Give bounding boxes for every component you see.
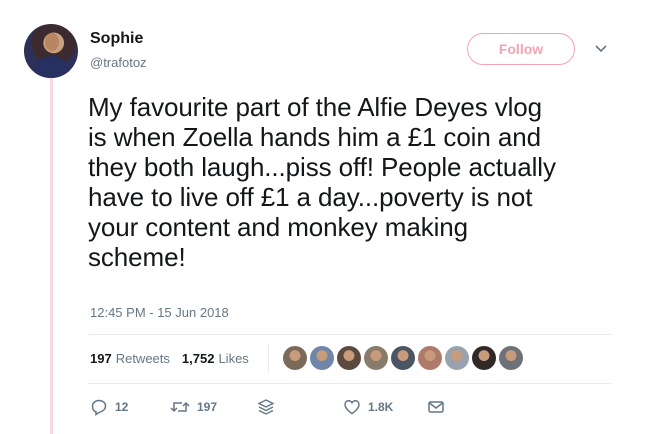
liker-avatars xyxy=(283,346,526,370)
likes-label: Likes xyxy=(218,351,249,366)
tweet-text: My favourite part of the Alfie Deyes vlo… xyxy=(88,92,556,272)
likes-stat[interactable]: 1,752 Likes xyxy=(182,351,249,366)
timestamp[interactable]: 12:45 PM - 15 Jun 2018 xyxy=(90,305,229,320)
divider xyxy=(268,343,269,373)
engagement-stats: 197 Retweets 1,752 Likes xyxy=(90,351,261,366)
reply-icon xyxy=(91,399,107,416)
reply-count: 12 xyxy=(115,400,129,414)
avatar[interactable] xyxy=(24,24,78,78)
liker-avatar[interactable] xyxy=(337,346,361,370)
liker-avatar[interactable] xyxy=(418,346,442,370)
divider xyxy=(88,334,612,335)
like-count: 1.8K xyxy=(368,400,394,414)
likes-count: 1,752 xyxy=(181,351,215,366)
action-bar: 12 197 1.8K xyxy=(90,398,445,416)
retweet-button[interactable]: 197 xyxy=(170,398,257,416)
message-button[interactable] xyxy=(427,398,445,416)
liker-avatar[interactable] xyxy=(391,346,415,370)
liker-avatar[interactable] xyxy=(472,346,496,370)
retweet-count: 197 xyxy=(197,400,218,414)
handle[interactable]: @trafotoz xyxy=(90,55,147,70)
dm-button[interactable] xyxy=(257,398,343,416)
liker-avatar[interactable] xyxy=(283,346,307,370)
liker-avatar[interactable] xyxy=(310,346,334,370)
divider xyxy=(88,383,612,384)
thread-line xyxy=(50,78,53,434)
retweet-icon xyxy=(170,401,190,413)
liker-avatar[interactable] xyxy=(364,346,388,370)
retweets-count: 197 xyxy=(90,351,112,366)
display-name[interactable]: Sophie xyxy=(90,30,143,48)
retweets-stat[interactable]: 197 Retweets xyxy=(90,351,170,366)
heart-icon xyxy=(344,399,360,415)
like-button[interactable]: 1.8K xyxy=(343,398,427,416)
envelope-icon xyxy=(428,401,444,413)
chevron-down-icon[interactable] xyxy=(594,42,608,56)
follow-button[interactable]: Follow xyxy=(467,33,575,65)
liker-avatar[interactable] xyxy=(445,346,469,370)
reply-button[interactable]: 12 xyxy=(90,398,170,416)
retweets-label: Retweets xyxy=(115,351,170,366)
liker-avatar[interactable] xyxy=(499,346,523,370)
layers-icon xyxy=(257,399,275,415)
